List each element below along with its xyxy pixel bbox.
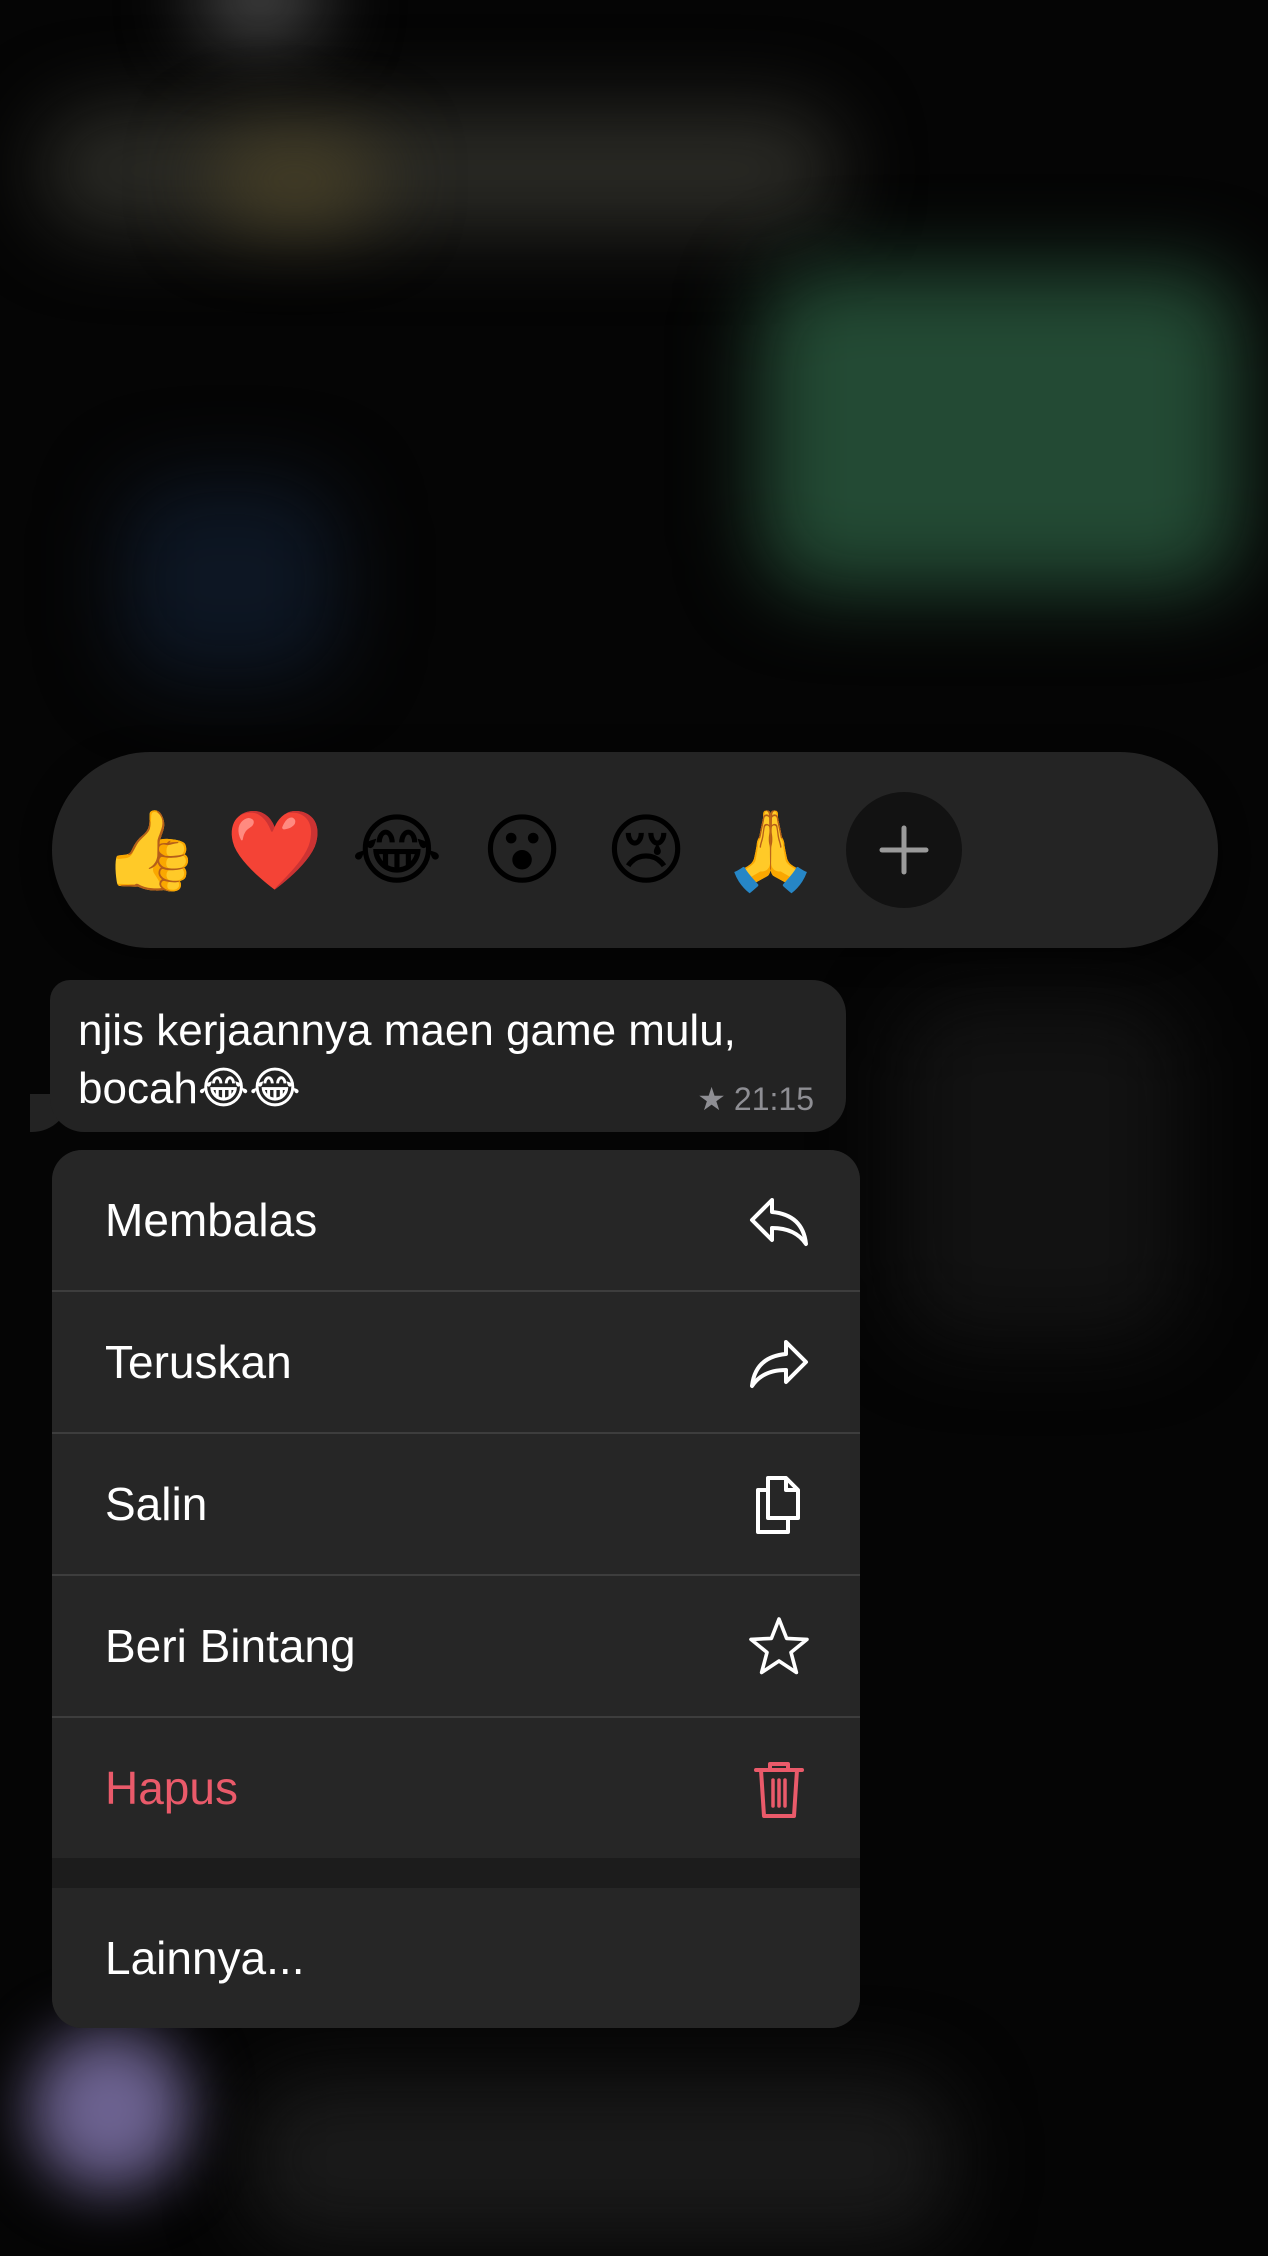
plus-icon (879, 825, 929, 875)
menu-item-label: Hapus (105, 1762, 238, 1814)
menu-item-label: Salin (105, 1478, 208, 1530)
star-icon: ★ (697, 1081, 726, 1117)
background-blur (210, 140, 380, 220)
background-blur (250, 2080, 950, 2240)
copy-icon (756, 1476, 800, 1534)
forward-icon (750, 1340, 808, 1388)
menu-item-star[interactable]: Beri Bintang (52, 1576, 860, 1716)
add-reaction-button[interactable] (846, 792, 962, 908)
reaction-crying[interactable]: 😢 (598, 802, 694, 898)
message-time: 21:15 (733, 1081, 814, 1117)
reply-icon (750, 1198, 808, 1246)
reaction-thumbs-up[interactable]: 👍 (102, 802, 199, 898)
reaction-laughing[interactable]: 😂 (349, 802, 445, 898)
context-menu: Membalas Teruskan Salin Beri Bintang Hap… (52, 1150, 860, 2028)
background-blur (40, 110, 840, 230)
menu-item-forward[interactable]: Teruskan (52, 1292, 860, 1432)
trash-icon (754, 1762, 804, 1818)
menu-item-more[interactable]: Lainnya... (52, 1888, 860, 2028)
menu-item-label: Lainnya... (105, 1932, 305, 1984)
menu-item-copy[interactable]: Salin (52, 1434, 860, 1574)
menu-item-label: Membalas (105, 1194, 318, 1246)
star-outline-icon (749, 1617, 809, 1675)
message-bubble[interactable]: njis kerjaannya maen game mulu, bocah😂😂 … (50, 980, 846, 1132)
menu-item-reply[interactable]: Membalas (52, 1150, 860, 1290)
reaction-surprised[interactable]: 😮 (474, 802, 570, 898)
background-blur (120, 480, 340, 680)
menu-item-label: Beri Bintang (105, 1620, 356, 1672)
background-blur (200, 0, 320, 30)
menu-item-label: Teruskan (105, 1336, 292, 1388)
background-blur (30, 2030, 190, 2190)
background-blur (900, 1000, 1180, 1340)
reaction-pray[interactable]: 🙏 (722, 802, 819, 898)
reaction-heart[interactable]: ❤️ (226, 802, 323, 898)
message-text: njis kerjaannya maen game mulu, bocah😂😂 (78, 1006, 736, 1113)
menu-item-delete[interactable]: Hapus (52, 1718, 860, 1858)
message-meta: ★ 21:15 (697, 1080, 814, 1118)
background-blur (760, 270, 1240, 590)
reaction-bar: 👍 ❤️ 😂 😮 😢 🙏 (52, 752, 1218, 948)
